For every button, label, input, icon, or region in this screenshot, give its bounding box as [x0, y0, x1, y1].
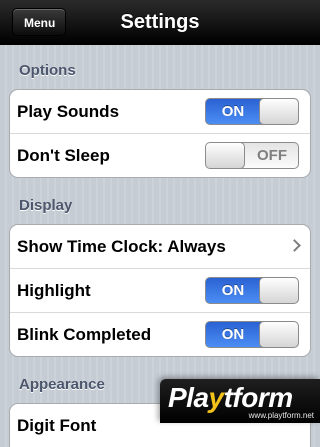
play-sounds-switch[interactable]: ON — [205, 98, 299, 125]
options-group: Play Sounds ON Don't Sleep OFF — [9, 89, 311, 178]
blink-completed-row: Blink Completed ON — [10, 313, 310, 356]
display-group: Show Time Clock: Always Highlight ON Bli… — [9, 224, 311, 357]
switch-knob — [206, 143, 245, 168]
switch-knob — [259, 278, 298, 303]
highlight-row: Highlight ON — [10, 269, 310, 313]
dont-sleep-label: Don't Sleep — [17, 146, 110, 165]
navigation-bar: Menu Settings — [0, 0, 320, 45]
chevron-right-icon — [288, 239, 301, 252]
highlight-label: Highlight — [17, 281, 91, 300]
blink-completed-switch[interactable]: ON — [205, 321, 299, 348]
watermark-url: www.playtform.net — [248, 411, 314, 420]
highlight-switch[interactable]: ON — [205, 277, 299, 304]
switch-state-text: OFF — [257, 147, 287, 164]
play-sounds-label: Play Sounds — [17, 102, 120, 121]
play-sounds-row: Play Sounds ON — [10, 90, 310, 134]
dont-sleep-row: Don't Sleep OFF — [10, 134, 310, 177]
show-time-clock-label: Show Time Clock: Always — [17, 237, 226, 256]
section-header-options: Options — [19, 62, 76, 79]
section-header-appearance: Appearance — [19, 376, 105, 393]
dont-sleep-switch[interactable]: OFF — [205, 142, 299, 169]
playtform-watermark: Playtform www.playtform.net — [160, 379, 320, 423]
menu-back-button[interactable]: Menu — [12, 8, 67, 36]
menu-back-label: Menu — [24, 16, 56, 30]
section-header-display: Display — [19, 197, 73, 214]
switch-state-text: ON — [221, 103, 245, 120]
show-time-clock-row[interactable]: Show Time Clock: Always — [10, 225, 310, 269]
switch-state-text: ON — [221, 326, 245, 343]
switch-knob — [259, 99, 298, 124]
switch-state-text: ON — [221, 282, 245, 299]
digit-font-label: Digit Font — [17, 416, 97, 435]
switch-knob — [259, 322, 298, 347]
blink-completed-label: Blink Completed — [17, 325, 152, 344]
playtform-logo: Playtform — [168, 382, 293, 413]
